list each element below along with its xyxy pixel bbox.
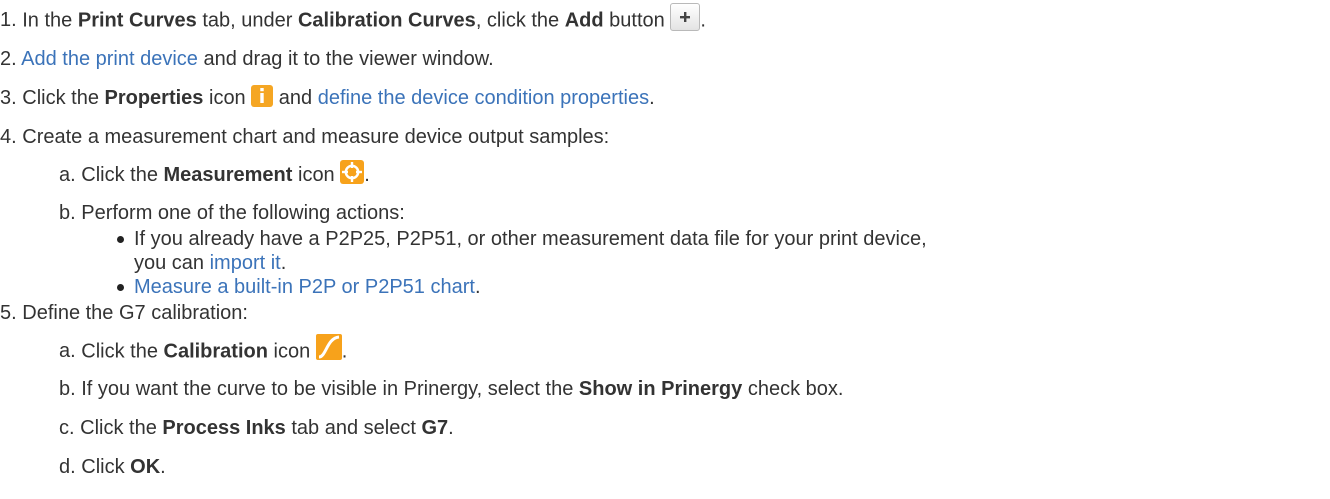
substep-letter: d. [59,456,76,478]
substep-letter: a. [59,164,76,186]
step-text: and drag it to the viewer window. [197,48,494,70]
step-text: Click the [81,164,164,186]
step-text: and [273,87,318,109]
option-name: G7 [421,417,449,439]
step-4b: b. Perform one of the following actions: [59,201,405,225]
step-text: tab and select [285,417,422,439]
step-text: . [448,417,454,439]
step-text: Click the [81,340,164,363]
bullet-marker [117,236,124,243]
step-text: . [341,340,348,363]
icon-name: Calibration [163,340,268,363]
instructions-document: 1. In the Print Curves tab, under Calibr… [0,0,1330,499]
step-number: 1. [0,9,17,32]
step-number: 3. [0,87,17,109]
step-text: tab, under [196,9,298,32]
step-5a: a. Click the Calibration icon . [59,334,348,365]
step-text: . [474,276,481,298]
substep-letter: b. [59,202,76,224]
button-name: OK [130,456,161,478]
info-icon [251,84,274,107]
step-text: . [700,9,706,32]
step-number: 2. [0,48,17,70]
step-text: you can [134,252,210,274]
step-text: icon [267,340,311,363]
step-text: . [280,252,287,274]
step-text: Perform one of the following actions: [81,202,405,224]
substep-letter: c. [59,417,75,439]
step-5: 5. Define the G7 calibration: [0,301,248,325]
bullet-1-line-2: you can import it. [134,251,286,275]
plus-icon [680,12,691,22]
step-4: 4. Create a measurement chart and measur… [0,125,609,149]
substep-letter: a. [59,340,76,363]
step-number: 5. [0,302,17,324]
add-button [670,3,701,31]
step-text: . [160,456,166,478]
step-text: Define the G7 calibration: [22,302,248,324]
step-text: Create a measurement chart and measure d… [22,126,610,148]
checkbox-name: Show in Prinergy [578,378,743,400]
step-5d: d. Click OK. [59,455,166,479]
step-4a: a. Click the Measurement icon . [59,159,370,188]
tab-name: Print Curves [77,9,197,32]
substep-letter: b. [59,378,76,400]
step-3: 3. Click the Properties icon and define … [0,84,655,110]
bullet-marker [117,284,124,291]
crosshair-target-icon [340,159,365,184]
step-text: Click the [80,417,163,439]
step-text: , click the [475,9,565,32]
step-text: . [364,164,370,186]
import-it-link[interactable]: import it [210,252,281,274]
bullet-1-line-1: If you already have a P2P25, P2P51, or o… [134,227,927,251]
add-print-device-link[interactable]: Add the print device [21,48,198,70]
step-1: 1. In the Print Curves tab, under Calibr… [0,3,706,35]
step-text: Click the [22,87,105,109]
step-5b: b. If you want the curve to be visible i… [59,377,843,401]
bullet-2: Measure a built-in P2P or P2P51 chart. [134,275,481,299]
button-name: Add [564,9,604,32]
step-text: If you already have a P2P25, P2P51, or o… [134,228,927,250]
step-2: 2. Add the print device and drag it to t… [0,47,494,71]
step-text: . [649,87,655,109]
step-text: check box. [742,378,844,400]
step-text: In the [22,9,78,32]
step-text: icon [292,164,335,186]
step-number: 4. [0,126,17,148]
tab-name: Process Inks [162,417,286,439]
curve-icon [315,334,342,360]
icon-name: Properties [104,87,204,109]
step-text: button [603,9,665,32]
section-name: Calibration Curves [297,9,476,32]
step-5c: c. Click the Process Inks tab and select… [59,416,454,440]
define-properties-link[interactable]: define the device condition properties [318,87,649,109]
step-text: If you want the curve to be visible in P… [81,378,579,400]
icon-name: Measurement [163,164,293,186]
step-text: icon [203,87,246,109]
step-text: Click [81,456,131,478]
measure-chart-link[interactable]: Measure a built-in P2P or P2P51 chart [134,276,475,298]
